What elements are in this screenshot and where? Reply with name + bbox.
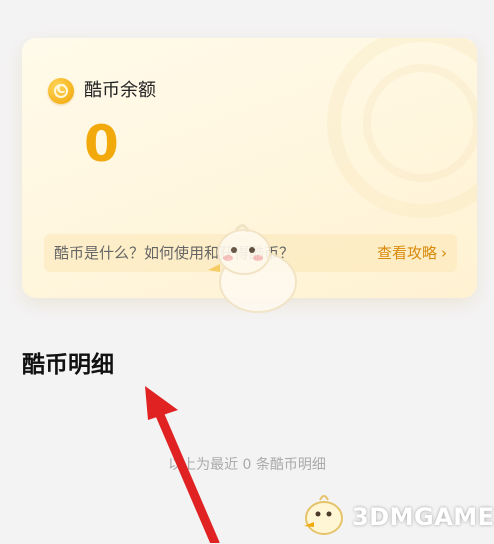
mascot-icon bbox=[208, 224, 297, 313]
detail-section-title: 酷币明细 bbox=[22, 352, 114, 378]
chevron-right-icon: › bbox=[441, 244, 447, 262]
watermark-text: 3DMGAME bbox=[352, 503, 494, 531]
balance-value: 0 bbox=[84, 115, 119, 173]
watermark-mascot-icon bbox=[304, 495, 343, 535]
coin-icon bbox=[48, 78, 74, 104]
coin-watermark-icon bbox=[327, 38, 477, 218]
view-guide-link[interactable]: 查看攻略 › bbox=[377, 242, 447, 264]
balance-label: 酷币余额 bbox=[84, 80, 156, 101]
empty-record-note: 以上为最近 0 条酷币明细 bbox=[168, 457, 326, 473]
view-guide-label: 查看攻略 bbox=[376, 244, 437, 262]
site-watermark: 3DMGAME bbox=[300, 490, 494, 540]
